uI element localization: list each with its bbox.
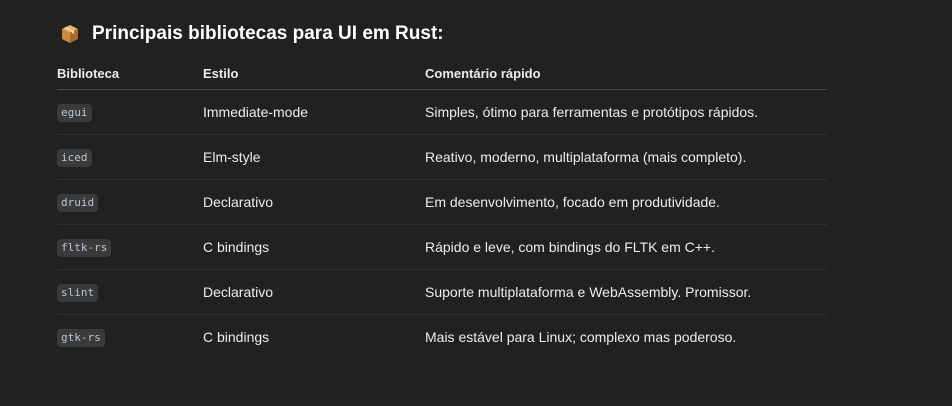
style-cell: Immediate-mode xyxy=(203,89,425,135)
table-row: slint Declarativo Suporte multiplataform… xyxy=(57,269,827,315)
library-cell: iced xyxy=(57,134,203,180)
style-cell: C bindings xyxy=(203,329,270,345)
library-code: fltk-rs xyxy=(57,238,112,257)
library-code: slint xyxy=(57,283,99,302)
table-row: gtk-rs C bindings Mais estável para Linu… xyxy=(57,315,827,360)
comment-cell: Reativo, moderno, multiplataforma (mais … xyxy=(425,134,827,180)
column-header-style: Estilo xyxy=(203,57,425,90)
comment-cell: Em desenvolvimento, focado em produtivid… xyxy=(425,179,827,225)
column-header-comment: Comentário rápido xyxy=(425,57,827,90)
library-cell: slint xyxy=(57,269,203,315)
table-row: druid Declarativo Em desenvolvimento, fo… xyxy=(57,179,827,225)
style-cell: C bindings xyxy=(203,224,425,270)
comment-cell: Suporte multiplataforma e WebAssembly. P… xyxy=(425,269,827,315)
style-cell: Declarativo xyxy=(203,269,425,315)
comment-cell: Simples, ótimo para ferramentas e protót… xyxy=(425,89,827,135)
library-cell: gtk-rs xyxy=(57,315,203,360)
section-heading: Principais bibliotecas para UI em Rust: xyxy=(57,22,444,46)
library-code: egui xyxy=(57,103,92,122)
column-header-library: Biblioteca xyxy=(57,57,203,90)
library-code: iced xyxy=(57,148,92,167)
style-cell: Declarativo xyxy=(203,179,425,225)
library-cell: fltk-rs xyxy=(57,224,203,270)
table-row: iced Elm-style Reativo, moderno, multipl… xyxy=(57,134,827,180)
libraries-table: Biblioteca Estilo Comentário rápido egui… xyxy=(57,57,827,359)
style-cell: Elm-style xyxy=(203,134,425,180)
library-cell: druid xyxy=(57,179,203,225)
table-header-row: Biblioteca Estilo Comentário rápido xyxy=(57,57,827,90)
library-cell: egui xyxy=(57,89,203,135)
section-heading-text: Principais bibliotecas para UI em Rust: xyxy=(92,23,444,44)
library-code: druid xyxy=(57,193,99,212)
comment-cell: Mais estável para Linux; complexo mas po… xyxy=(425,329,737,345)
package-icon xyxy=(62,25,78,43)
table-row: fltk-rs C bindings Rápido e leve, com bi… xyxy=(57,224,827,270)
library-code: gtk-rs xyxy=(57,328,105,347)
table-row: egui Immediate-mode Simples, ótimo para … xyxy=(57,89,827,135)
comment-cell: Rápido e leve, com bindings do FLTK em C… xyxy=(425,224,827,270)
